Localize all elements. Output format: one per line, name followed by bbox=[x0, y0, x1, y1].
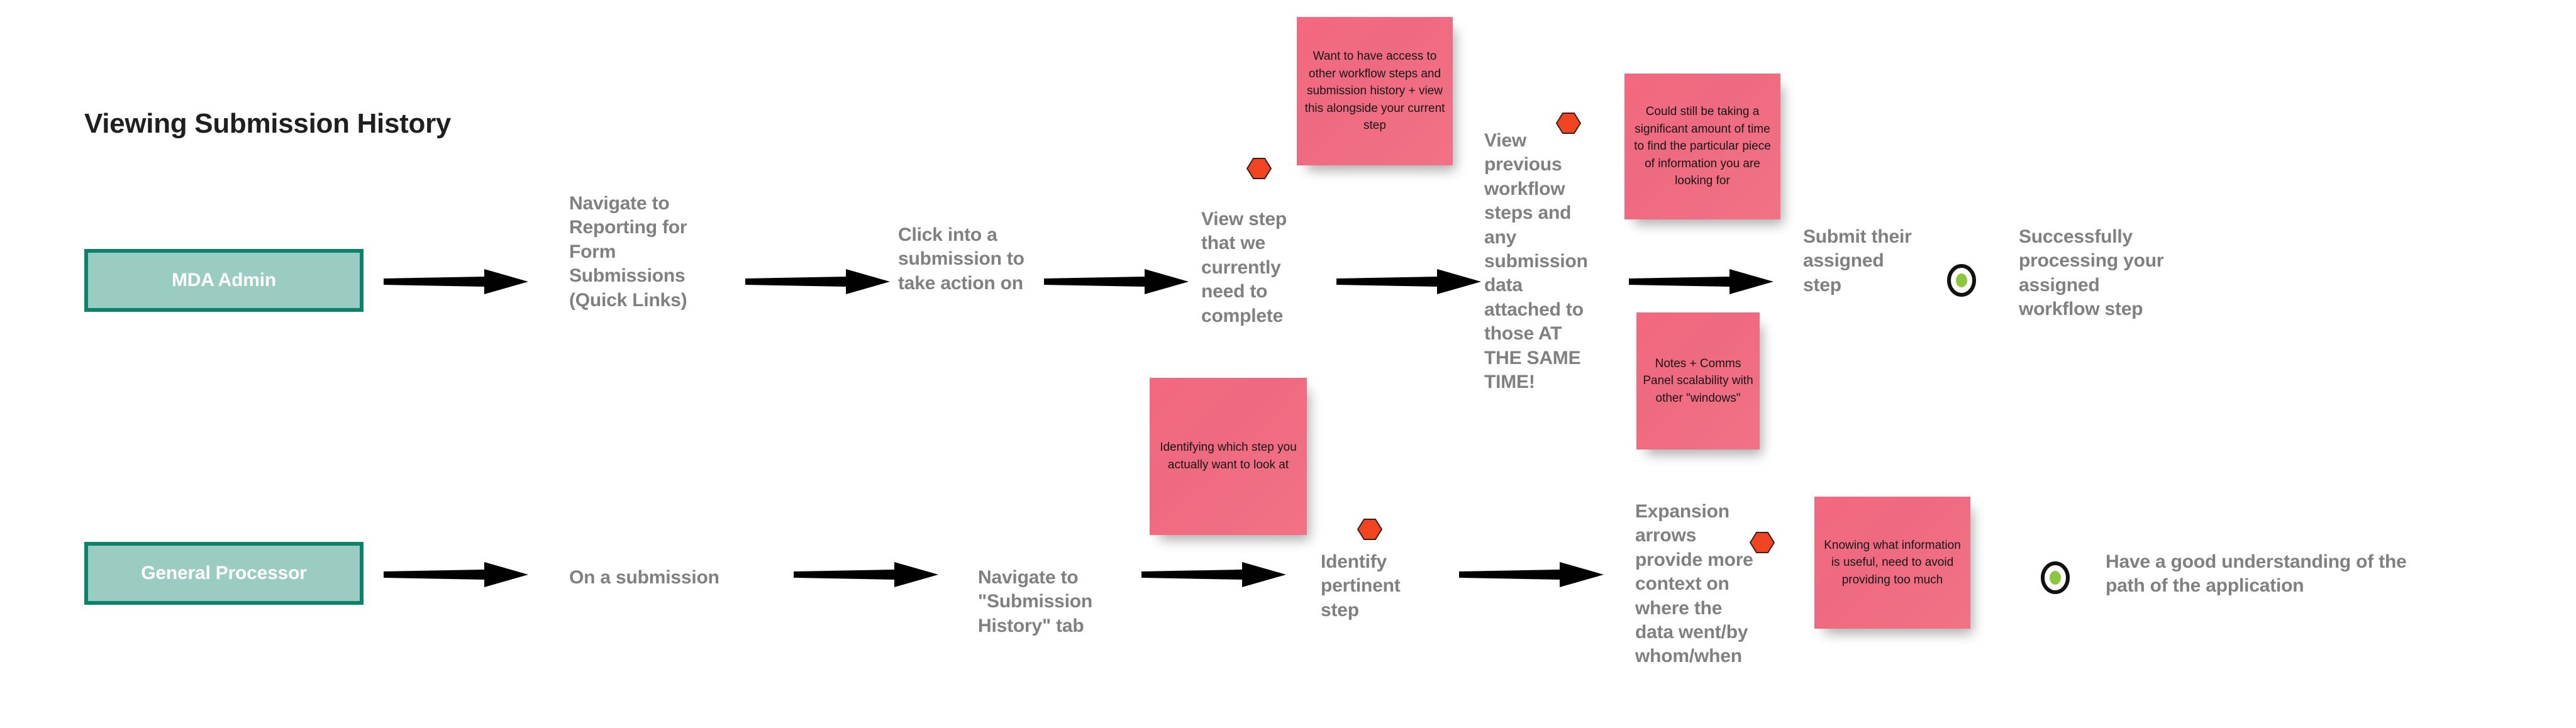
hexagon-marker-icon-2 bbox=[1556, 112, 1581, 135]
step-text-row2-1: On a submission bbox=[569, 567, 719, 588]
arrow-row2-1 bbox=[384, 561, 528, 589]
bullseye-target-icon-row1 bbox=[1947, 264, 1976, 297]
hexagon-marker-icon-3 bbox=[1357, 518, 1382, 541]
sticky-note-text: Could still be taking a significant amou… bbox=[1634, 105, 1771, 188]
sticky-note-time-to-find[interactable]: Could still be taking a significant amou… bbox=[1624, 74, 1780, 219]
sticky-note-text: Notes + Comms Panel scalability with oth… bbox=[1643, 356, 1753, 405]
role-box-mda-admin[interactable]: MDA Admin bbox=[84, 249, 364, 312]
role-box-label: MDA Admin bbox=[172, 270, 276, 290]
sticky-note-identifying-step[interactable]: Identifying which step you actually want… bbox=[1150, 378, 1307, 535]
step-text-row1-3: View step that we currently need to comp… bbox=[1201, 209, 1287, 326]
step-text-row2-4: Expansion arrows provide more context on… bbox=[1635, 501, 1753, 667]
arrow-row1-5 bbox=[1629, 268, 1774, 296]
arrow-row2-2 bbox=[794, 561, 938, 589]
sticky-note-text: Want to have access to other workflow st… bbox=[1304, 50, 1445, 133]
diagram-canvas: Viewing Submission History MDA Admin Nav… bbox=[0, 0, 2576, 728]
outcome-text-row2: Have a good understanding of the path of… bbox=[2106, 551, 2407, 597]
step-text-row1-1: Navigate to Reporting for Form Submissio… bbox=[569, 193, 687, 311]
page-title: Viewing Submission History bbox=[84, 108, 452, 139]
arrow-row1-3 bbox=[1044, 268, 1189, 296]
sticky-note-notes-comms-panel[interactable]: Notes + Comms Panel scalability with oth… bbox=[1636, 312, 1760, 449]
hexagon-marker-icon-4 bbox=[1750, 531, 1775, 554]
sticky-note-workflow-access[interactable]: Want to have access to other workflow st… bbox=[1297, 17, 1453, 165]
arrow-row1-2 bbox=[745, 268, 890, 296]
role-box-label: General Processor bbox=[141, 563, 307, 583]
step-text-row2-3: Identify pertinent step bbox=[1321, 551, 1401, 620]
hexagon-marker-icon-1 bbox=[1246, 157, 1272, 180]
sticky-note-knowing-what-info[interactable]: Knowing what information is useful, need… bbox=[1814, 497, 1970, 629]
step-text-row1-4: View previous workflow steps and any sub… bbox=[1484, 130, 1588, 392]
outcome-text-row1: Successfully processing your assigned wo… bbox=[2019, 226, 2164, 320]
step-text-row1-2: Click into a submission to take action o… bbox=[898, 224, 1024, 294]
step-text-row1-5: Submit their assigned step bbox=[1803, 226, 1912, 295]
arrow-row1-1 bbox=[384, 268, 528, 296]
step-text-row2-2: Navigate to "Submission History" tab bbox=[978, 567, 1093, 636]
arrow-row1-4 bbox=[1336, 268, 1481, 296]
role-box-general-processor[interactable]: General Processor bbox=[84, 542, 364, 605]
bullseye-target-icon-row2 bbox=[2041, 561, 2070, 594]
sticky-note-text: Identifying which step you actually want… bbox=[1160, 441, 1297, 472]
sticky-note-text: Knowing what information is useful, need… bbox=[1824, 538, 1961, 587]
arrow-row2-4 bbox=[1459, 561, 1604, 589]
arrow-row2-3 bbox=[1141, 561, 1286, 589]
